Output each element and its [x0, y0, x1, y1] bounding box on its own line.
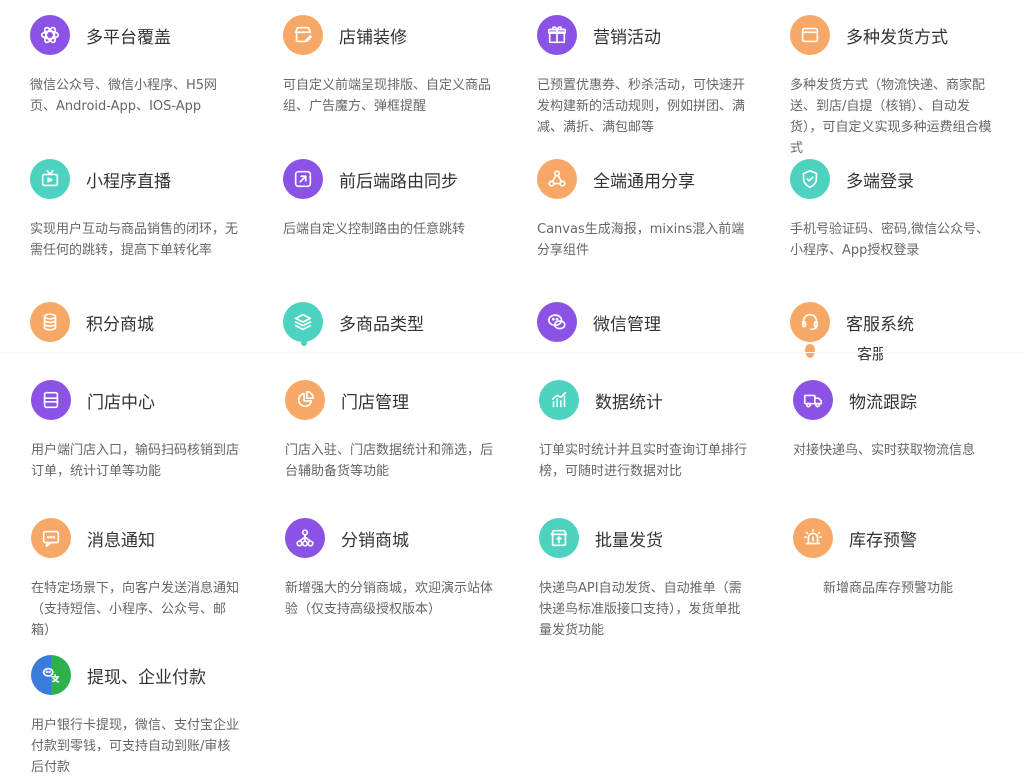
- feature-statistics: 数据统计 订单实时统计并且实时查询订单排行榜，可随时进行数据对比: [539, 380, 749, 482]
- feature-title: 多商品类型: [339, 314, 424, 335]
- feature-store-manage: 门店管理 门店入驻、门店数据统计和筛选，后台辅助备货等功能: [285, 380, 495, 482]
- feature-desc: 已预置优惠券、秒杀活动，可快速开发构建新的活动规则，例如拼团、满减、满折、满包邮…: [537, 78, 746, 135]
- tv-icon: [30, 159, 70, 199]
- feature-batch-shipping: 批量发货 快递鸟API自动发货、自动推单（需快递鸟标准版接口支持），发货单批量发…: [539, 518, 749, 641]
- feature-title: 批量发货: [595, 530, 663, 551]
- feature-title: 全端通用分享: [593, 171, 695, 192]
- feature-title: 积分商城: [86, 314, 154, 335]
- feature-title: 提现、企业付款: [87, 667, 206, 688]
- headset-icon: [790, 302, 830, 342]
- coins-icon: [30, 302, 70, 342]
- feature-live-stream: 小程序直播 实现用户互动与商品销售的闭环，无需任何的跳转，提高下单转化率: [30, 159, 240, 261]
- feature-stock-alert: 库存预警 新增商品库存预警功能: [793, 518, 1003, 599]
- card-icon: [31, 380, 71, 420]
- feature-desc: 实现用户互动与商品销售的闭环，无需任何的跳转，提高下单转化率: [30, 222, 239, 258]
- feature-desc: 用户银行卡提现，微信、支付宝企业付款到零钱，可支持自动到账/审核后付款: [31, 718, 240, 775]
- pie-chart-icon: [285, 380, 325, 420]
- feature-title: 客服系统: [846, 314, 914, 335]
- bar-chart-icon: [539, 380, 579, 420]
- icon-fragment: [301, 340, 307, 346]
- feature-desc: 后端自定义控制路由的任意跳转: [283, 222, 466, 237]
- gift-icon: [537, 15, 577, 55]
- feature-login: 多端登录 手机号验证码、密码,微信公众号、小程序、App授权登录: [790, 159, 1000, 261]
- network-icon: [285, 518, 325, 558]
- feature-title: 前后端路由同步: [339, 171, 458, 192]
- feature-title: 多端登录: [846, 171, 914, 192]
- layers-icon: [283, 302, 323, 342]
- capture-seam: [0, 352, 1024, 353]
- feature-withdrawal: 提现、企业付款 用户银行卡提现，微信、支付宝企业付款到零钱，可支持自动到账/审核…: [31, 655, 241, 778]
- feature-title: 库存预警: [849, 530, 917, 551]
- feature-route-sync: 前后端路由同步 后端自定义控制路由的任意跳转: [283, 159, 493, 240]
- feature-product-types: 多商品类型: [283, 302, 493, 342]
- message-icon: [31, 518, 71, 558]
- feature-title: 多种发货方式: [846, 27, 948, 48]
- truck-icon: [793, 380, 833, 420]
- feature-share: 全端通用分享 Canvas生成海报，mixins混入前端分享组件: [537, 159, 747, 261]
- feature-title: 多平台覆盖: [86, 27, 171, 48]
- feature-store-decoration: 店铺装修 可自定义前端呈现排版、自定义商品组、广告魔方、弹框提醒: [283, 15, 493, 117]
- icon-fragment: [805, 344, 815, 358]
- feature-multi-platform: 多平台覆盖 微信公众号、微信小程序、H5网页、Android-App、IOS-A…: [30, 15, 240, 117]
- feature-logistics: 物流跟踪 对接快递鸟、实时获取物流信息: [793, 380, 1003, 461]
- atom-icon: [30, 15, 70, 55]
- cut-text-fragment: 客服: [857, 345, 883, 363]
- feature-desc: 可自定义前端呈现排版、自定义商品组、广告魔方、弹框提醒: [283, 78, 492, 114]
- window-icon: [790, 15, 830, 55]
- feature-desc: 微信公众号、微信小程序、H5网页、Android-App、IOS-App: [30, 78, 218, 114]
- feature-desc: 在特定场景下，向客户发送消息通知（支持短信、小程序、公众号、邮箱）: [31, 581, 240, 638]
- wechat-icon: [537, 302, 577, 342]
- feature-desc: 新增强大的分销商城，欢迎演示站体验（仅支持高级授权版本）: [285, 581, 494, 617]
- feature-desc: 对接快递鸟、实时获取物流信息: [793, 443, 976, 458]
- feature-desc: 订单实时统计并且实时查询订单排行榜，可随时进行数据对比: [539, 443, 748, 479]
- feature-title: 分销商城: [341, 530, 409, 551]
- feature-desc: Canvas生成海报，mixins混入前端分享组件: [537, 222, 745, 258]
- feature-notification: 消息通知 在特定场景下，向客户发送消息通知（支持短信、小程序、公众号、邮箱）: [31, 518, 241, 641]
- box-icon: [539, 518, 579, 558]
- store-edit-icon: [283, 15, 323, 55]
- alarm-icon: [793, 518, 833, 558]
- feature-desc: 快递鸟API自动发货、自动推单（需快递鸟标准版接口支持），发货单批量发货功能: [539, 581, 742, 638]
- feature-title: 营销活动: [593, 27, 661, 48]
- feature-title: 微信管理: [593, 314, 661, 335]
- feature-desc: 用户端门店入口，输码扫码核销到店订单，统计订单等功能: [31, 443, 240, 479]
- feature-marketing: 营销活动 已预置优惠券、秒杀活动，可快速开发构建新的活动规则，例如拼团、满减、满…: [537, 15, 747, 138]
- feature-title: 小程序直播: [86, 171, 171, 192]
- feature-desc: 多种发货方式（物流快递、商家配送、到店/自提（核销）、自动发货），可自定义实现多…: [790, 78, 992, 156]
- feature-points-mall: 积分商城: [30, 302, 240, 342]
- feature-desc: 手机号验证码、密码,微信公众号、小程序、App授权登录: [790, 222, 990, 258]
- feature-store-center: 门店中心 用户端门店入口，输码扫码核销到店订单，统计订单等功能: [31, 380, 241, 482]
- feature-title: 数据统计: [595, 392, 663, 413]
- feature-delivery: 多种发货方式 多种发货方式（物流快递、商家配送、到店/自提（核销）、自动发货），…: [790, 15, 1000, 159]
- feature-title: 店铺装修: [339, 27, 407, 48]
- link-icon: [283, 159, 323, 199]
- feature-title: 门店中心: [87, 392, 155, 413]
- wechat-alipay-icon: [31, 655, 71, 695]
- feature-distribution: 分销商城 新增强大的分销商城，欢迎演示站体验（仅支持高级授权版本）: [285, 518, 495, 620]
- share-nodes-icon: [537, 159, 577, 199]
- feature-customer-service: 客服系统: [790, 302, 1000, 342]
- shield-icon: [790, 159, 830, 199]
- feature-title: 门店管理: [341, 392, 409, 413]
- feature-desc: 门店入驻、门店数据统计和筛选，后台辅助备货等功能: [285, 443, 494, 479]
- feature-desc: 新增商品库存预警功能: [823, 581, 954, 596]
- feature-wechat-manage: 微信管理: [537, 302, 747, 342]
- feature-title: 物流跟踪: [849, 392, 917, 413]
- feature-title: 消息通知: [87, 530, 155, 551]
